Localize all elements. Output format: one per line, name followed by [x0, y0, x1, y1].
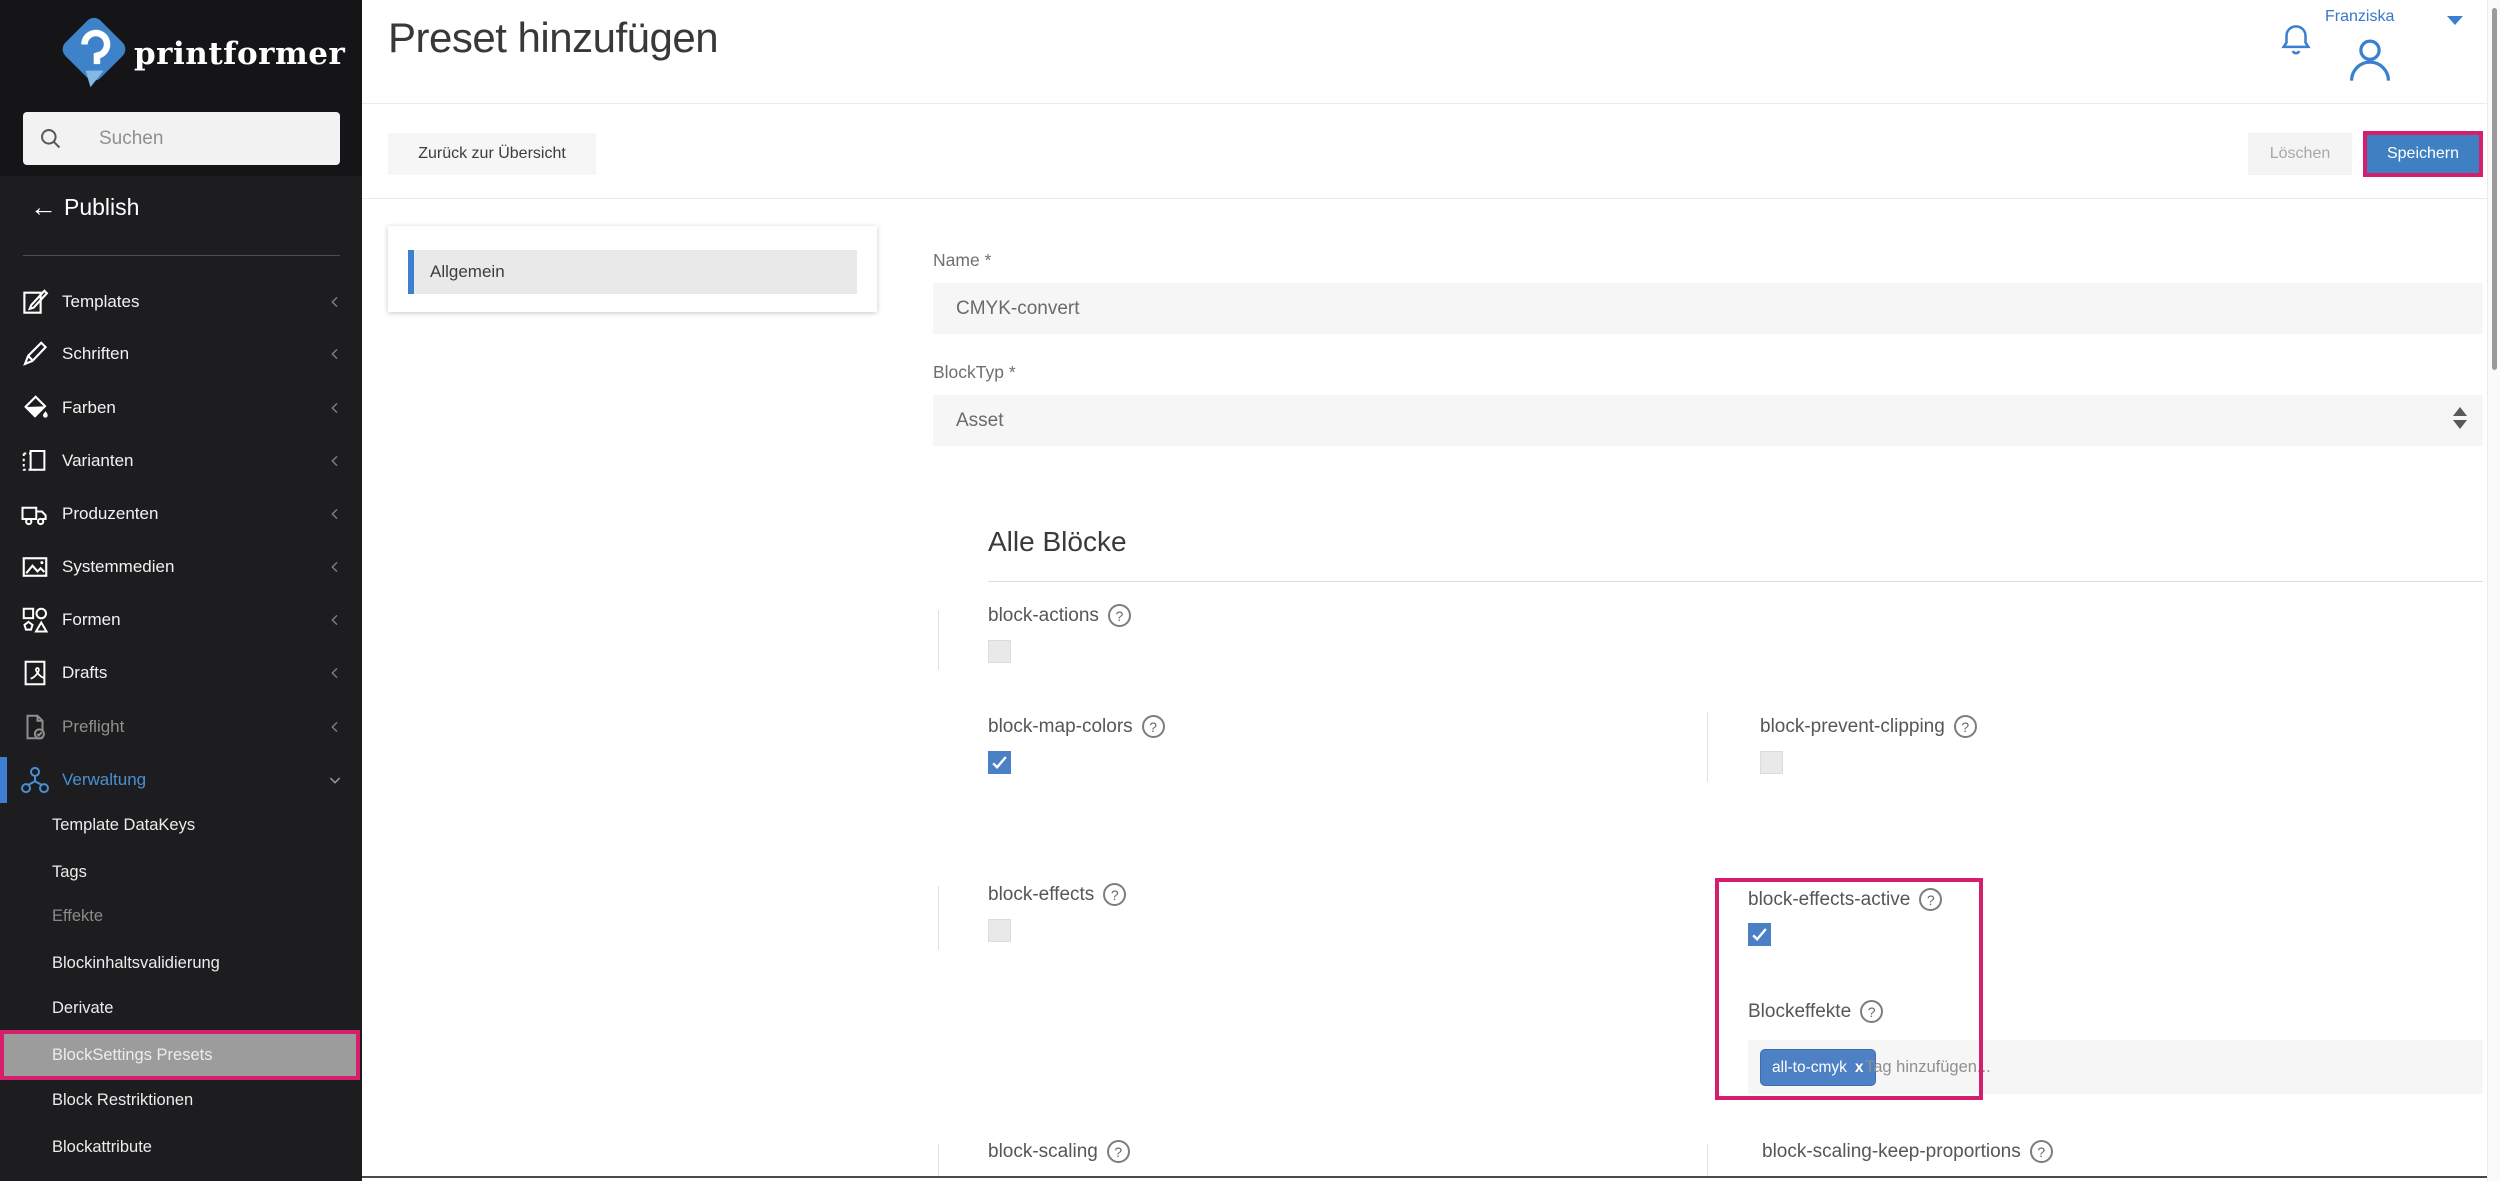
templates-icon [20, 287, 50, 317]
sidebar-item-varianten[interactable]: Varianten [62, 441, 134, 481]
block-map-colors-label: block-map-colors ? [988, 715, 1165, 738]
header-divider [362, 103, 2500, 104]
block-prevent-clipping-label: block-prevent-clipping ? [1760, 715, 1977, 738]
page-title: Preset hinzufügen [388, 14, 718, 62]
chevron-left-icon [327, 294, 343, 310]
block-effects-active-annotation [1715, 878, 1983, 1100]
back-to-overview-button[interactable]: Zurück zur Übersicht [388, 133, 596, 175]
sidebar-item-formen[interactable]: Formen [62, 600, 121, 640]
chevron-left-icon [327, 665, 343, 681]
section-divider [988, 581, 2483, 582]
copies-icon [20, 446, 50, 476]
help-icon[interactable]: ? [1103, 883, 1126, 906]
chevron-left-icon [327, 612, 343, 628]
tab-panel: Allgemein [388, 226, 877, 312]
chevron-left-icon [327, 506, 343, 522]
name-input-value: CMYK-convert [956, 283, 1080, 334]
sidebar-item-effekte[interactable]: Effekte [52, 898, 103, 934]
cell-border [938, 1144, 939, 1177]
user-name[interactable]: Franziska [2325, 8, 2394, 26]
chevron-left-icon [327, 400, 343, 416]
app-window: printformer Suchen ← Publish [0, 0, 2500, 1181]
help-icon[interactable]: ? [1142, 715, 1165, 738]
sidebar-item-blockattribute[interactable]: Blockattribute [52, 1129, 152, 1165]
search-placeholder: Suchen [99, 112, 163, 165]
toolbar-divider [362, 198, 2500, 199]
sidebar-divider [23, 255, 340, 256]
brand-wordmark: printformer [134, 36, 345, 72]
name-field-label: Name * [933, 250, 991, 271]
back-arrow-icon: ← [30, 192, 57, 222]
blocktype-select-value: Asset [956, 395, 1004, 446]
cell-border [938, 610, 939, 670]
blocktype-field-label: BlockTyp * [933, 362, 1016, 383]
main-content: Preset hinzufügen Franziska Zurück zur Ü… [362, 0, 2500, 1181]
block-effects-label: block-effects ? [988, 883, 1126, 906]
sidebar-item-preflight[interactable]: Preflight [62, 707, 124, 747]
sidebar-item-template-datakeys[interactable]: Template DataKeys [52, 807, 195, 843]
pen-icon [20, 339, 50, 369]
sidebar-item-tags[interactable]: Tags [52, 854, 87, 890]
truck-icon [20, 499, 50, 529]
block-scaling-label: block-scaling ? [988, 1140, 1130, 1163]
sidebar-item-farben[interactable]: Farben [62, 388, 116, 428]
org-chart-icon [20, 765, 50, 795]
sidebar-item-drafts[interactable]: Drafts [62, 653, 107, 693]
scrollbar-thumb[interactable] [2492, 8, 2497, 370]
tab-allgemein[interactable]: Allgemein [408, 250, 857, 294]
search-input[interactable]: Suchen [23, 112, 340, 165]
tab-allgemein-label: Allgemein [430, 250, 505, 294]
cell-border [1707, 1144, 1708, 1177]
user-menu-caret-icon[interactable] [2447, 16, 2463, 25]
help-icon[interactable]: ? [1107, 1140, 1130, 1163]
sidebar-item-blockinhaltsvalidierung[interactable]: Blockinhaltsvalidierung [52, 945, 220, 981]
save-button[interactable]: Speichern [2367, 135, 2479, 173]
help-icon[interactable]: ? [2030, 1140, 2053, 1163]
block-prevent-clipping-checkbox[interactable] [1760, 751, 1783, 774]
sidebar-item-templates[interactable]: Templates [62, 282, 139, 322]
blocktype-select[interactable]: Asset [933, 395, 2483, 446]
search-icon [37, 125, 64, 152]
help-icon[interactable]: ? [1954, 715, 1977, 738]
block-map-colors-checkbox[interactable] [988, 751, 1011, 774]
select-stepper-icon [2453, 407, 2467, 429]
cell-border [938, 886, 939, 950]
pdf-icon [20, 658, 50, 688]
chevron-left-icon [327, 453, 343, 469]
help-icon[interactable]: ? [1108, 604, 1131, 627]
section-title: Alle Blöcke [988, 526, 1127, 558]
viewport-bottom-edge [362, 1176, 2500, 1178]
chevron-down-icon [327, 772, 343, 788]
user-avatar-icon[interactable] [2344, 34, 2396, 86]
shapes-icon [20, 605, 50, 635]
tab-active-indicator [408, 250, 414, 294]
active-item-indicator [0, 757, 7, 803]
chevron-left-icon [327, 719, 343, 735]
name-input[interactable]: CMYK-convert [933, 283, 2483, 334]
sidebar-item-blocksettings-presets[interactable]: BlockSettings Presets [52, 1037, 213, 1073]
sidebar-item-schriften[interactable]: Schriften [62, 334, 129, 374]
sidebar-item-produzenten[interactable]: Produzenten [62, 494, 158, 534]
chevron-left-icon [327, 346, 343, 362]
block-actions-label: block-actions ? [988, 604, 1131, 627]
sidebar-item-block-restriktionen[interactable]: Block Restriktionen [52, 1082, 193, 1118]
delete-button[interactable]: Löschen [2248, 133, 2352, 175]
chevron-left-icon [327, 559, 343, 575]
publish-label: Publish [64, 190, 139, 224]
sidebar: printformer Suchen ← Publish [0, 0, 362, 1181]
notifications-bell-icon[interactable] [2277, 20, 2315, 58]
image-icon [20, 552, 50, 582]
sidebar-item-derivate[interactable]: Derivate [52, 990, 113, 1026]
sidebar-item-verwaltung[interactable]: Verwaltung [62, 760, 146, 800]
block-actions-checkbox[interactable] [988, 640, 1011, 663]
block-scaling-keep-proportions-label: block-scaling-keep-proportions ? [1762, 1140, 2053, 1163]
block-effects-checkbox[interactable] [988, 919, 1011, 942]
cell-border [1707, 712, 1708, 782]
scrollbar[interactable] [2487, 0, 2500, 1181]
sidebar-item-systemmedien[interactable]: Systemmedien [62, 547, 174, 587]
doc-check-icon [20, 712, 50, 742]
paint-bucket-icon [20, 393, 50, 423]
printformer-logo-icon [58, 16, 130, 92]
